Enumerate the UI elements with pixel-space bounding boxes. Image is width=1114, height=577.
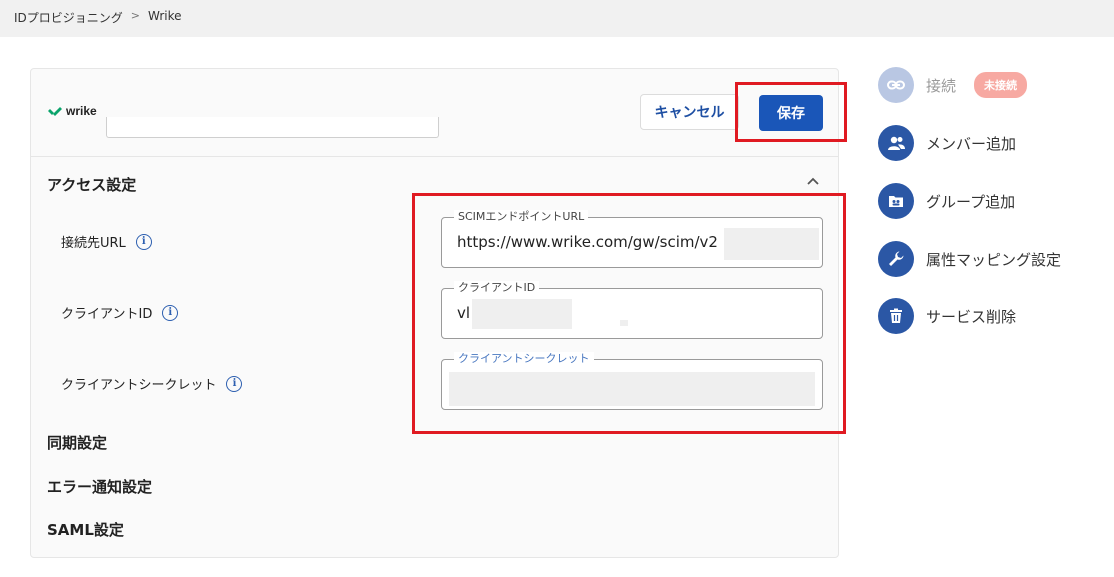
client-secret-row-label: クライアントシークレット i <box>61 374 243 393</box>
side-item-attr-mapping[interactable]: 属性マッピング設定 <box>878 241 1061 277</box>
info-icon[interactable]: i <box>226 375 243 392</box>
add-group-label: グループ追加 <box>926 192 1016 211</box>
client-id-value: vl <box>457 304 471 322</box>
members-icon <box>878 125 914 161</box>
add-member-label: メンバー追加 <box>926 134 1017 153</box>
side-item-add-group[interactable]: グループ追加 <box>878 183 1015 219</box>
redaction-mask <box>449 372 815 406</box>
client-id-label: クライアントID <box>61 307 153 322</box>
group-icon <box>878 183 914 219</box>
client-secret-label: クライアントシークレット <box>61 378 217 393</box>
wrench-icon <box>878 241 914 277</box>
save-button[interactable]: 保存 <box>759 95 823 131</box>
section-sync-settings[interactable]: 同期設定 <box>47 432 107 453</box>
status-badge: 未接続 <box>974 72 1028 98</box>
delete-service-label: サービス削除 <box>926 307 1017 326</box>
logo-text: wrike <box>66 104 97 118</box>
scim-url-value: https://www.wrike.com/gw/scim/v2 <box>457 233 718 251</box>
section-access-settings[interactable]: アクセス設定 <box>47 174 136 195</box>
attr-mapping-label: 属性マッピング設定 <box>926 250 1062 269</box>
breadcrumb-item-wrike: Wrike <box>148 9 182 23</box>
service-name-input[interactable] <box>106 117 439 138</box>
trash-icon <box>878 298 914 334</box>
scim-url-float-label: SCIMエンドポイントURL <box>454 210 589 224</box>
scim-url-field[interactable]: SCIMエンドポイントURL https://www.wrike.com/gw/… <box>441 210 823 268</box>
settings-card: wrike キャンセル 保存 アクセス設定 接続先URL i クライアントID … <box>30 68 839 558</box>
info-icon[interactable]: i <box>162 304 179 321</box>
breadcrumb-item-idp[interactable]: IDプロビジョニング <box>14 9 123 26</box>
side-item-add-member[interactable]: メンバー追加 <box>878 125 1016 161</box>
redaction-mask <box>620 320 628 326</box>
chevron-up-icon[interactable] <box>806 175 820 189</box>
breadcrumb: IDプロビジョニング > Wrike <box>14 9 182 26</box>
top-bar: IDプロビジョニング > Wrike <box>0 0 1114 37</box>
cancel-button[interactable]: キャンセル <box>640 94 739 130</box>
client-secret-field[interactable]: クライアントシークレット <box>441 352 823 410</box>
wrike-check-icon <box>48 107 62 116</box>
side-item-connect[interactable]: 接続 未接続 <box>878 67 1028 103</box>
client-id-row-label: クライアントID i <box>61 303 179 322</box>
redaction-mask <box>724 228 819 260</box>
section-error-notify-settings[interactable]: エラー通知設定 <box>47 476 152 497</box>
redaction-mask <box>472 299 572 329</box>
info-icon[interactable]: i <box>135 233 152 250</box>
client-id-float-label: クライアントID <box>454 281 540 295</box>
connect-label: 接続 <box>926 76 957 95</box>
section-saml-settings[interactable]: SAML設定 <box>47 519 124 540</box>
side-item-delete-service[interactable]: サービス削除 <box>878 298 1016 334</box>
card-header: wrike キャンセル 保存 <box>31 69 838 157</box>
url-row-label: 接続先URL i <box>61 232 152 251</box>
client-secret-float-label: クライアントシークレット <box>454 352 594 366</box>
url-label: 接続先URL <box>61 236 126 251</box>
link-icon <box>878 67 914 103</box>
breadcrumb-separator: > <box>130 9 140 22</box>
wrike-logo: wrike <box>47 104 97 118</box>
client-id-field[interactable]: クライアントID vl <box>441 281 823 339</box>
